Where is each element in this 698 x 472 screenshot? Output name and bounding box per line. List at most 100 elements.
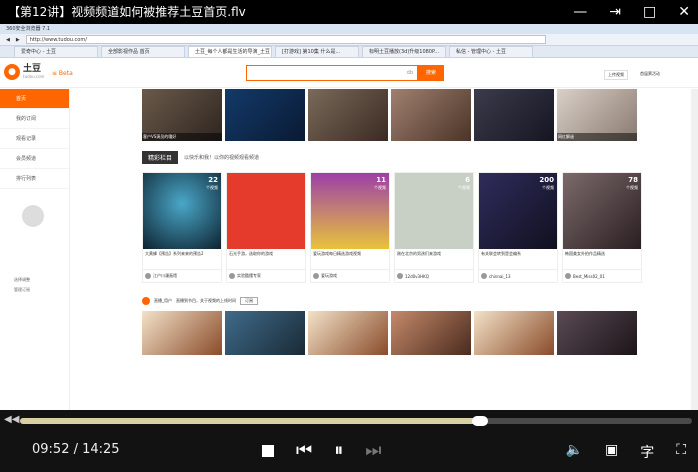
avatar [145, 273, 151, 279]
channel-card[interactable]: 78 个视频 韩国美女外拍作品精选 Best_Miss02_01 [562, 172, 642, 283]
fullscreen-icon[interactable]: ⛶ [676, 442, 686, 462]
browser-tab-active[interactable]: 土豆_每个人都是生活的导演_土豆 [188, 46, 272, 57]
card-user[interactable]: 实验酷懂专家 [227, 269, 305, 282]
main-content: 客户VS演员的嗜好 网红解谜 精彩栏目 以快乐和我！以你的视频观看频道 22 个视… [142, 89, 642, 410]
card-user[interactable]: chinnai_13 [479, 269, 557, 282]
seek-bar[interactable] [20, 416, 692, 426]
section-subtitle: 以快乐和我！以你的视频观看频道 [184, 154, 260, 161]
search-button[interactable]: 搜索 [418, 65, 444, 81]
user-name[interactable]: 直播_用户 [154, 298, 172, 304]
seek-handle[interactable] [471, 416, 488, 426]
sidebar-adjust-link[interactable]: 选择调整 [14, 275, 30, 285]
video-thumbnail[interactable] [225, 89, 305, 141]
browser-tab[interactable]: [打游戏] 第10集 什么是... [275, 46, 359, 57]
card-description: 有关联会转到是会编系 [481, 251, 521, 256]
video-thumbnail[interactable] [308, 311, 388, 355]
stop-icon[interactable] [262, 444, 274, 457]
follow-button[interactable]: 订阅 [240, 297, 258, 305]
volume-icon[interactable]: 🔈 [566, 442, 583, 462]
video-thumbnail[interactable] [557, 311, 637, 355]
video-thumbnail[interactable] [225, 311, 305, 355]
card-description: 石光手游，选取你的游戏 [229, 251, 273, 256]
card-image [227, 173, 305, 249]
maximize-icon[interactable]: □ [643, 0, 656, 24]
upload-button[interactable]: 上传视频 [604, 70, 628, 80]
avatar [565, 273, 571, 279]
section-header: 精彩栏目 以快乐和我！以你的视频观看频道 [142, 150, 642, 164]
playback-buttons: ⏮ ⏸ ⏭ [262, 440, 381, 461]
browser-tabs: 爱奇中心 - 土豆 全部影视作品 首页 土豆_每个人都是生活的导演_土豆 [打游… [0, 46, 698, 58]
browser-tab[interactable]: 爱奇中心 - 土豆 [14, 46, 98, 57]
card-image: 22 个视频 [143, 173, 221, 249]
card-user[interactable]: 12d0v3HKQ [395, 269, 473, 282]
logo-text: 土豆 [23, 64, 42, 74]
avatar [481, 273, 487, 279]
previous-icon[interactable]: ⏮ [296, 440, 312, 461]
logo-sub: tudou.com [23, 74, 45, 79]
video-count: 11 个视频 [374, 176, 386, 191]
video-thumbnail[interactable] [391, 311, 471, 355]
card-user[interactable]: 爱玩游戏 [311, 269, 389, 282]
avatar [397, 273, 403, 279]
video-thumbnail[interactable]: 网红解谜 [557, 89, 637, 141]
thumbnail-caption: 网红解谜 [557, 133, 637, 141]
search-input[interactable]: db [246, 65, 418, 81]
tudou-logo[interactable]: ● 土豆 tudou.com [4, 64, 44, 80]
next-icon[interactable]: ⏭ [365, 440, 381, 461]
video-count: 200 个视频 [539, 176, 554, 191]
card-image: 200 个视频 [479, 173, 557, 249]
avatar [229, 273, 235, 279]
video-thumbnail[interactable] [474, 89, 554, 141]
channel-card[interactable]: 22 个视频 大黄蜂【预告】系列来来的预告2 江户川漫画馆 [142, 172, 222, 283]
sidebar-item-subscriptions[interactable]: 我的订阅 [0, 109, 69, 129]
close-icon[interactable]: ✕ [678, 0, 690, 24]
pin-icon[interactable]: ⇥ [609, 0, 621, 24]
page-scrollbar[interactable] [691, 89, 698, 410]
channel-card[interactable]: 石光手游，选取你的游戏 实验酷懂专家 [226, 172, 306, 283]
seek-progress [20, 418, 480, 424]
channel-card[interactable]: 11 个视频 爱玩游戏每日精选游戏视频 爱玩游戏 [310, 172, 390, 283]
channel-card[interactable]: 200 个视频 有关联会转到是会编系 chinnai_13 [478, 172, 558, 283]
top-thumbnail-row: 客户VS演员的嗜好 网红解谜 [142, 89, 642, 141]
sidebar-item-vip[interactable]: 会员频道 [0, 149, 69, 169]
card-image: 11 个视频 [311, 173, 389, 249]
rewind-icon[interactable]: ◀◀ [4, 414, 19, 425]
menu-button[interactable]: ≡ Beta [52, 70, 73, 77]
video-frame: 360安全浏览器 7.1 ◀ ▶ http://www.tudou.com/ 爱… [0, 24, 698, 410]
channel-card[interactable]: 6 个视频 刚在北京的男孩们来游戏 12d0v3HKQ [394, 172, 474, 283]
sidebar-item-ranking[interactable]: 排行列表 [0, 169, 69, 189]
thumbnail-caption: 客户VS演员的嗜好 [142, 133, 222, 141]
card-description: 大黄蜂【预告】系列来来的预告2 [145, 251, 204, 256]
back-icon[interactable]: ◀ [6, 34, 10, 45]
sidebar-manage-link[interactable]: 管理订阅 [14, 285, 30, 295]
video-thumbnail[interactable] [142, 311, 222, 355]
sidebar-item-home[interactable]: 首页 [0, 89, 69, 109]
browser-title: 360安全浏览器 7.1 [0, 24, 698, 34]
pause-icon[interactable]: ⏸ [334, 440, 343, 461]
video-title-bar: 【第12讲】视频频道如何被推荐土豆首页.flv — ⇥ □ ✕ [0, 0, 698, 24]
video-count: 22 个视频 [206, 176, 218, 191]
video-count: 6 个视频 [458, 176, 470, 191]
forward-icon[interactable]: ▶ [16, 34, 20, 45]
card-user[interactable]: Best_Miss02_01 [563, 269, 641, 282]
user-tagline: 直播到节目，关于视频的上线时间 [176, 298, 236, 303]
sidebar-item-history[interactable]: 观看记录 [0, 129, 69, 149]
card-description: 韩国美女外拍作品精选 [565, 251, 605, 256]
url-field[interactable]: http://www.tudou.com/ [25, 35, 546, 44]
browser-tab[interactable]: 私信 - 管理中心 - 土豆 [449, 46, 533, 57]
browser-tab[interactable]: 全部影视作品 首页 [101, 46, 185, 57]
login-link[interactable]: 首届票活动 [640, 71, 660, 77]
player-right-buttons: 🔈 ▣ 字 ⛶ [566, 442, 686, 462]
site-header: ● 土豆 tudou.com ≡ Beta db 搜索 上传视频 首届票活动 [0, 58, 698, 88]
screen-mode-icon[interactable]: ▣ [605, 442, 618, 462]
browser-tab[interactable]: 标明土豆播放(3d)升级1080P... [362, 46, 446, 57]
video-thumbnail[interactable] [474, 311, 554, 355]
video-thumbnail[interactable] [308, 89, 388, 141]
card-image: 6 个视频 [395, 173, 473, 249]
video-title: 【第12讲】视频频道如何被推荐土豆首页.flv [8, 5, 246, 19]
video-thumbnail[interactable]: 客户VS演员的嗜好 [142, 89, 222, 141]
minimize-icon[interactable]: — [573, 0, 587, 24]
subtitle-icon[interactable]: 字 [640, 442, 654, 462]
video-thumbnail[interactable] [391, 89, 471, 141]
card-user[interactable]: 江户川漫画馆 [143, 269, 221, 282]
